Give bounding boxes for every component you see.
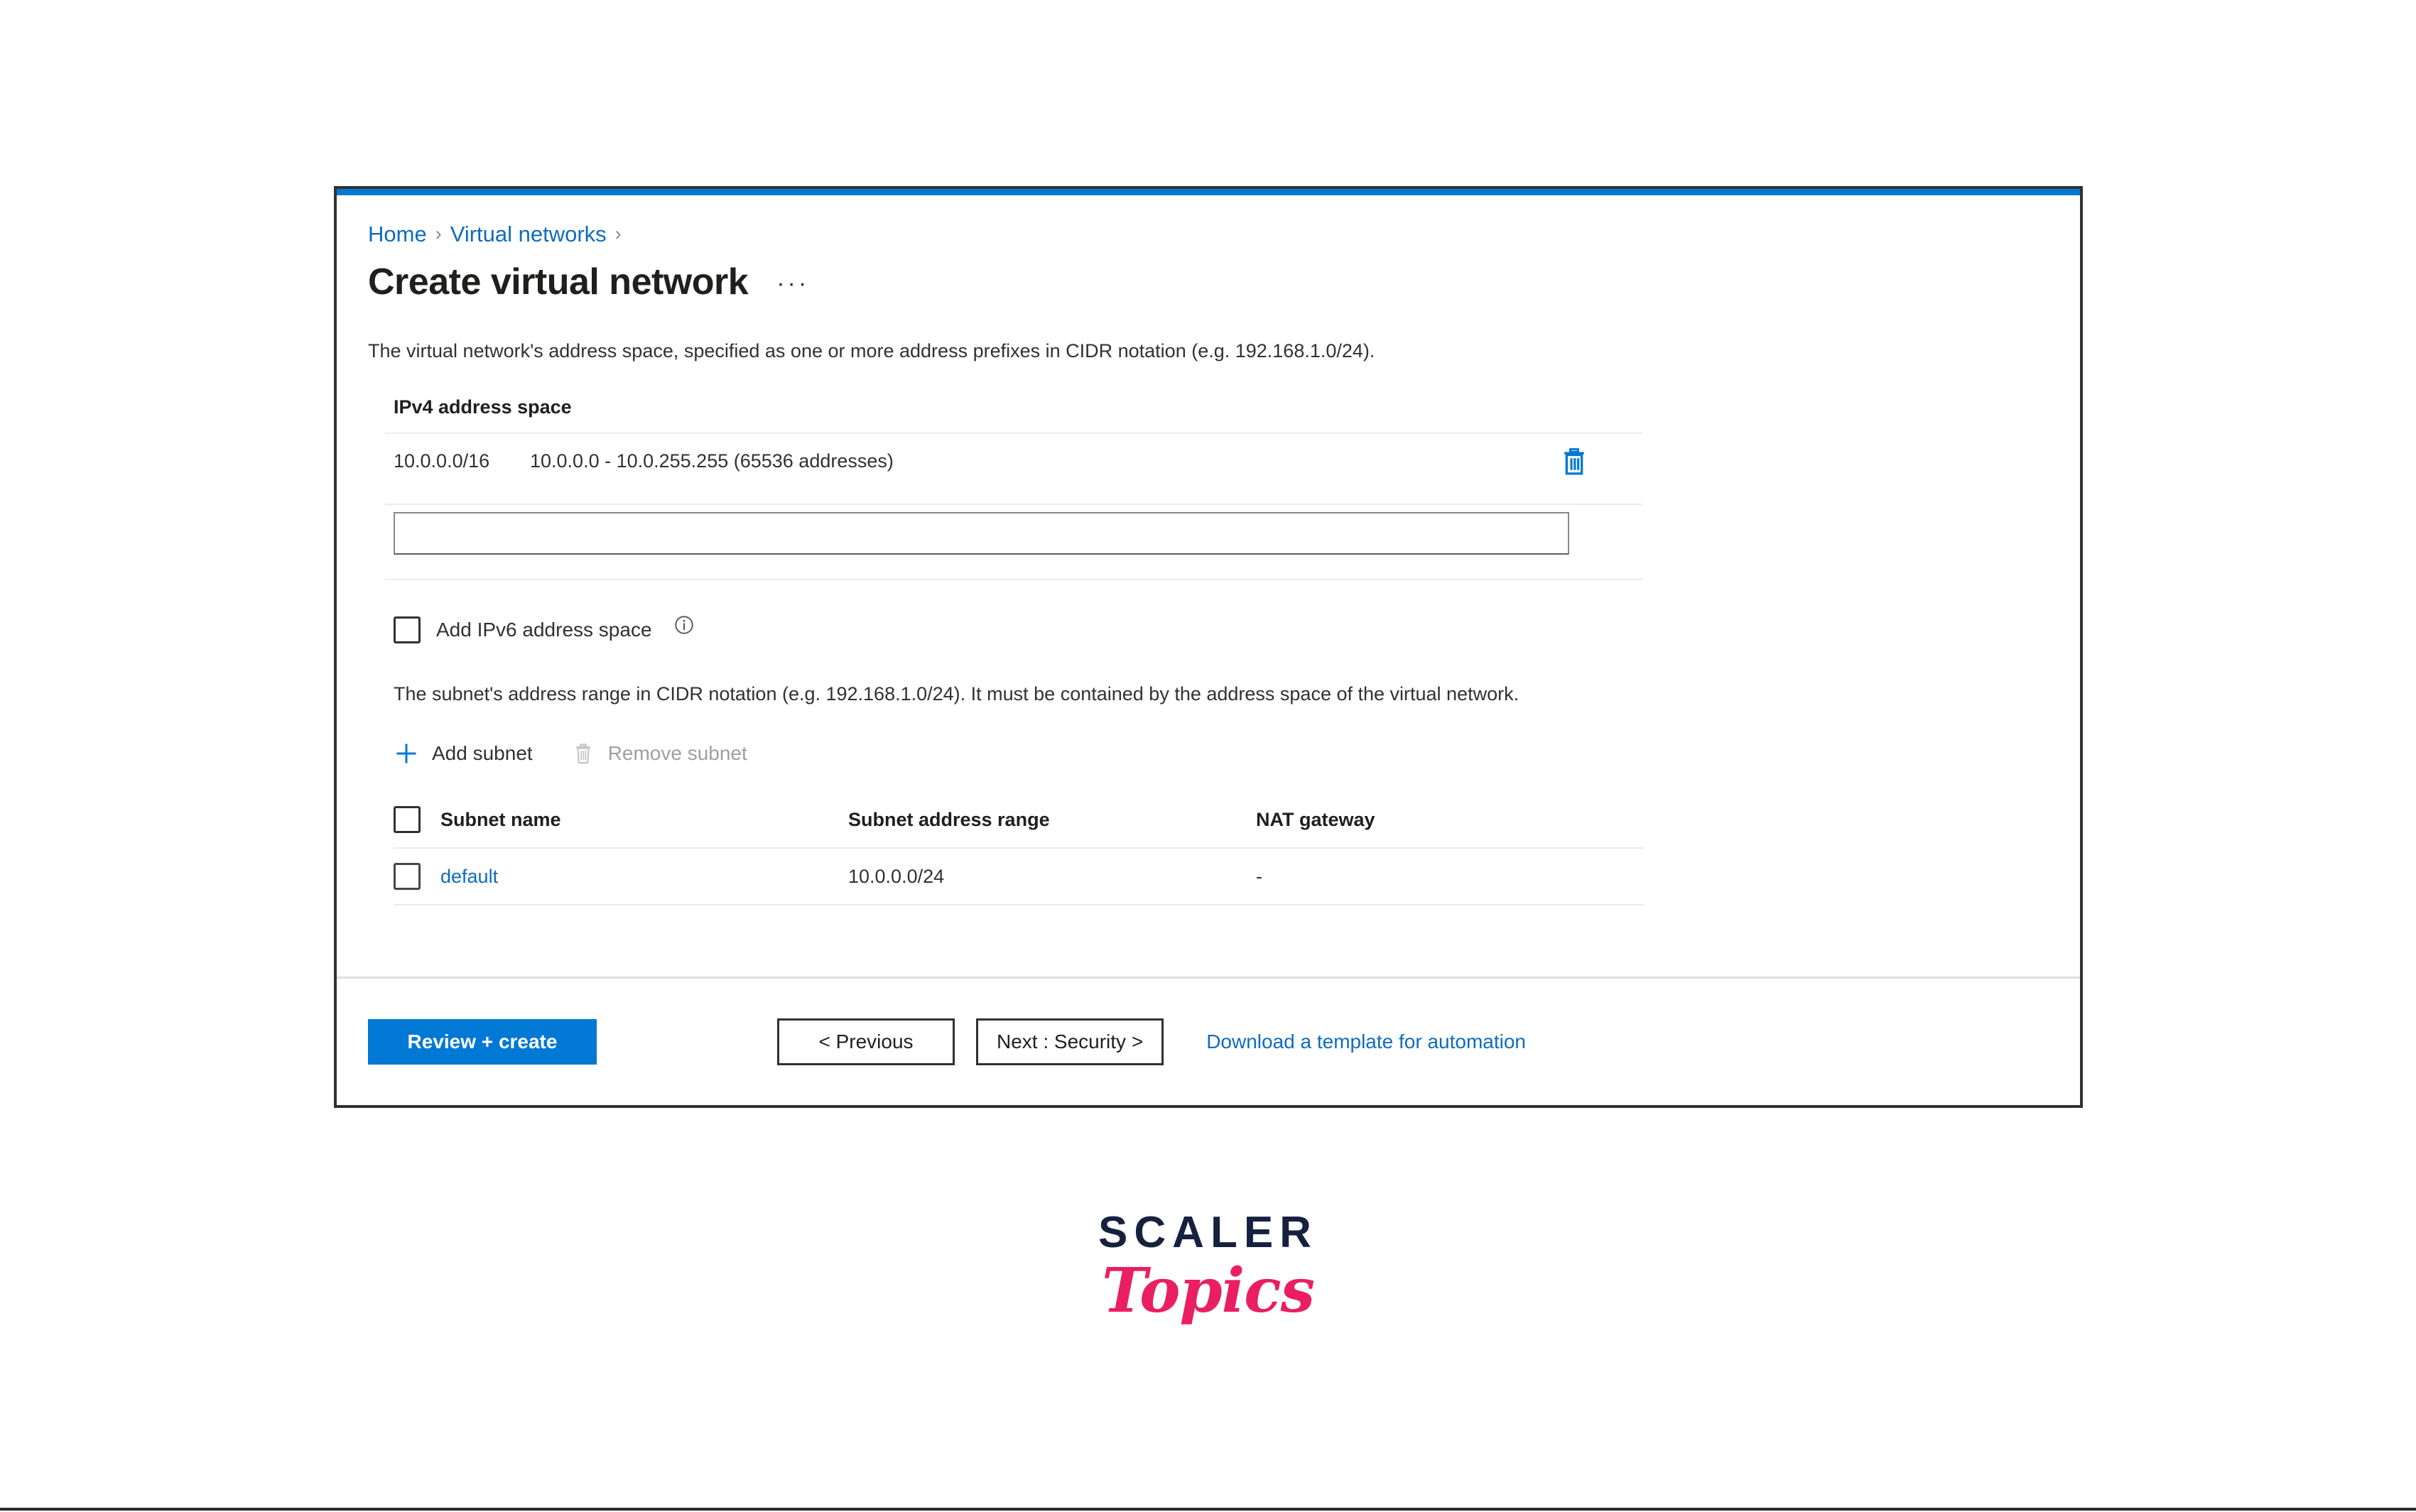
address-space-range: 10.0.0.0 - 10.0.255.255 (65536 addresses… — [530, 450, 894, 472]
breadcrumb-separator-icon: › — [435, 223, 442, 245]
subnet-address-range-value: 10.0.0.0/24 — [848, 865, 945, 887]
address-space-helper-text: The virtual network's address space, spe… — [368, 339, 1375, 361]
breadcrumb-item-home[interactable]: Home — [368, 222, 427, 246]
address-space-cidr: 10.0.0.0/16 — [394, 450, 490, 472]
breadcrumb-item-virtual-networks[interactable]: Virtual networks — [450, 222, 607, 246]
column-header-nat-gateway: NAT gateway — [1256, 808, 1375, 830]
logo-topics-text: Topics — [1101, 1255, 1315, 1327]
create-virtual-network-blade: Home › Virtual networks › Create virtual… — [334, 186, 2083, 1108]
row-select-checkbox[interactable] — [394, 863, 421, 891]
breadcrumb-separator-icon-2: › — [614, 223, 622, 245]
address-space-input[interactable] — [394, 511, 1569, 555]
row-select-cell[interactable] — [394, 863, 440, 891]
add-ipv6-label: Add IPv6 address space — [436, 618, 652, 641]
trash-icon — [571, 739, 595, 768]
remove-subnet-button[interactable]: Remove subnet — [571, 739, 747, 768]
add-ipv6-checkbox[interactable] — [394, 616, 421, 643]
page-bottom-rule — [0, 1508, 2416, 1511]
table-header-row: Subnet name Subnet address range NAT gat… — [394, 792, 1644, 847]
select-all-cell[interactable] — [394, 806, 440, 834]
nat-gateway-value: - — [1256, 865, 1262, 887]
divider — [394, 904, 1644, 906]
table-row[interactable]: default 10.0.0.0/24 - — [394, 849, 1644, 904]
address-space-row: 10.0.0.0/16 10.0.0.0 - 10.0.255.255 (655… — [385, 434, 1642, 489]
logo-scaler-text: SCALER — [1098, 1208, 1318, 1257]
scaler-topics-logo: SCALER Topics — [0, 1207, 2416, 1327]
column-header-subnet-address-range: Subnet address range — [848, 808, 1050, 830]
address-space-new-row — [385, 505, 1642, 565]
blade-footer: Review + create < Previous Next : Securi… — [337, 979, 2080, 1105]
page-title: Create virtual network — [368, 261, 749, 303]
add-subnet-label: Add subnet — [432, 742, 533, 765]
download-template-link[interactable]: Download a template for automation — [1206, 1030, 1526, 1053]
subnet-table: Subnet name Subnet address range NAT gat… — [394, 792, 1644, 906]
blade-body: Home › Virtual networks › Create virtual… — [337, 195, 2080, 1105]
add-ipv6-address-space-row[interactable]: Add IPv6 address space — [394, 614, 2080, 646]
blade-content: The virtual network's address space, spe… — [337, 302, 2080, 977]
subnet-command-bar: Add subnet Remove subnet — [394, 739, 2080, 768]
subnet-name-link[interactable]: default — [440, 866, 848, 888]
remove-subnet-label: Remove subnet — [607, 742, 747, 765]
plus-icon — [394, 741, 419, 766]
blade-accent-bar — [337, 189, 2080, 195]
divider — [385, 578, 1642, 580]
info-icon[interactable] — [673, 614, 695, 636]
select-all-checkbox[interactable] — [394, 806, 421, 834]
ipv4-address-space-label: IPv4 address space — [394, 396, 572, 418]
previous-button[interactable]: < Previous — [777, 1018, 955, 1065]
trash-icon[interactable] — [1559, 446, 1590, 477]
subnet-helper-text: The subnet's address range in CIDR notat… — [394, 682, 1520, 705]
column-header-subnet-name: Subnet name — [440, 808, 561, 830]
ipv4-address-space-section: IPv4 address space 10.0.0.0/16 10.0.0.0 … — [385, 396, 1642, 580]
breadcrumb: Home › Virtual networks › — [368, 222, 2080, 246]
more-actions-icon[interactable]: ··· — [771, 267, 815, 300]
next-security-button[interactable]: Next : Security > — [976, 1018, 1164, 1065]
review-create-button[interactable]: Review + create — [368, 1019, 597, 1065]
title-row: Create virtual network ··· — [368, 263, 2080, 302]
add-subnet-button[interactable]: Add subnet — [394, 741, 533, 766]
